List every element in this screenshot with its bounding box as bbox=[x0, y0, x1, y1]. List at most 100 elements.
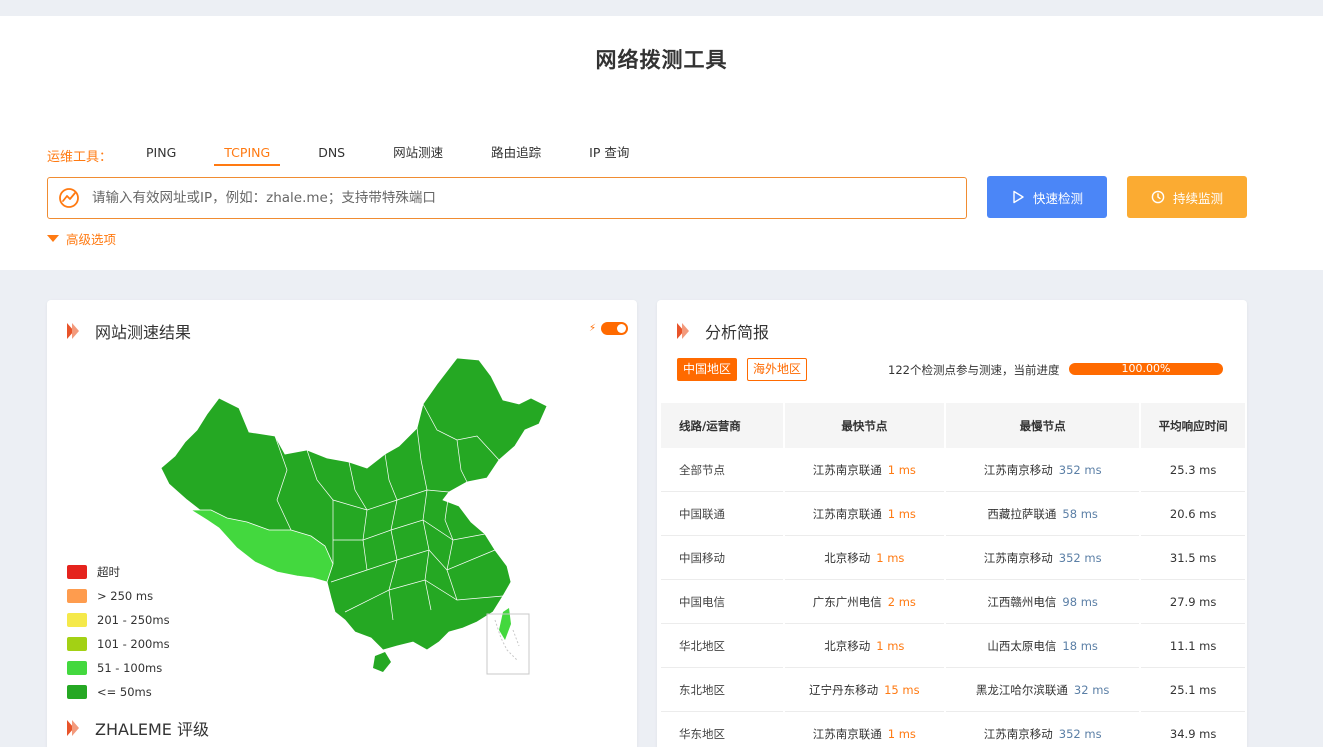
continuous-monitor-button[interactable]: 持续监测 bbox=[1127, 176, 1247, 218]
latency-legend: 超时 > 250 ms 201 - 250ms 101 - 200ms 51 -… bbox=[67, 560, 170, 704]
fast-ms: 1 ms bbox=[887, 506, 916, 521]
cell-line: 华北地区 bbox=[661, 624, 783, 668]
tab-ip-lookup[interactable]: IP 查询 bbox=[579, 144, 639, 166]
page-title: 网络拨测工具 bbox=[595, 48, 728, 72]
tab-ping[interactable]: PING bbox=[136, 144, 186, 166]
cell-average: 34.9 ms bbox=[1141, 712, 1245, 747]
table-row: 东北地区 辽宁丹东移动 15 ms 黑龙江哈尔滨联通 32 ms 25.1 ms bbox=[661, 668, 1245, 712]
tab-dns[interactable]: DNS bbox=[308, 144, 355, 166]
progress-label: 122个检测点参与测速，当前进度 bbox=[888, 363, 1060, 377]
tools-nav: 运维工具： PING TCPING DNS 网站测速 路由追踪 IP 查询 bbox=[47, 144, 667, 166]
cell-average: 20.6 ms bbox=[1141, 492, 1245, 536]
legend-item-timeout: 超时 bbox=[67, 560, 170, 584]
slow-ms: 352 ms bbox=[1058, 462, 1102, 477]
cell-slowest: 江西赣州电信 98 ms bbox=[946, 580, 1140, 624]
analysis-title: 分析简报 bbox=[705, 323, 770, 342]
toggle-switch[interactable] bbox=[601, 322, 629, 335]
legend-item-51-100: 51 - 100ms bbox=[67, 656, 170, 680]
china-map bbox=[160, 357, 548, 675]
results-table: 线路/运营商 最快节点 最慢节点 平均响应时间 全部节点 江苏南京联通 1 ms … bbox=[659, 403, 1247, 747]
table-row: 中国电信 广东广州电信 2 ms 江西赣州电信 98 ms 27.9 ms bbox=[661, 580, 1245, 624]
fast-node: 江苏南京联通 bbox=[812, 506, 882, 521]
advanced-options-label: 高级选项 bbox=[66, 232, 117, 247]
legend-swatch bbox=[67, 685, 87, 699]
speed-result-card: 网站测速结果 ⚡ 超时 > 250 ms 201 - 250ms 101 - 2… bbox=[47, 300, 637, 747]
search-box bbox=[47, 177, 967, 219]
cell-fastest: 江苏南京联通 1 ms bbox=[785, 712, 944, 747]
table-row: 华东地区 江苏南京联通 1 ms 江苏南京移动 352 ms 34.9 ms bbox=[661, 712, 1245, 747]
quick-check-label: 快速检测 bbox=[1032, 190, 1083, 206]
fast-node: 广东广州电信 bbox=[812, 594, 882, 609]
slow-ms: 352 ms bbox=[1058, 726, 1102, 741]
cell-line: 中国联通 bbox=[661, 492, 783, 536]
advanced-options-toggle[interactable]: 高级选项 bbox=[47, 229, 116, 248]
double-chevron-icon bbox=[67, 720, 79, 736]
slow-node: 黑龙江哈尔滨联通 bbox=[975, 682, 1068, 697]
quick-check-button[interactable]: 快速检测 bbox=[987, 176, 1107, 218]
slow-ms: 18 ms bbox=[1062, 638, 1098, 653]
play-icon bbox=[1013, 190, 1024, 204]
slow-ms: 58 ms bbox=[1062, 506, 1098, 521]
slow-node: 江苏南京移动 bbox=[983, 726, 1053, 741]
bolt-icon: ⚡ bbox=[589, 323, 597, 334]
cell-average: 27.9 ms bbox=[1141, 580, 1245, 624]
legend-item-101-200: 101 - 200ms bbox=[67, 632, 170, 656]
progress-value: 100.00% bbox=[1121, 362, 1171, 375]
legend-item-under-50: <= 50ms bbox=[67, 680, 170, 704]
analysis-card: 分析简报 中国地区 海外地区 122个检测点参与测速，当前进度 100.00% … bbox=[657, 300, 1247, 747]
fast-ms: 1 ms bbox=[887, 462, 916, 477]
map-region-hainan bbox=[373, 652, 391, 672]
fast-node: 江苏南京联通 bbox=[812, 462, 882, 477]
tab-tcping[interactable]: TCPING bbox=[214, 144, 281, 166]
fast-node: 辽宁丹东移动 bbox=[809, 682, 879, 697]
cell-average: 11.1 ms bbox=[1141, 624, 1245, 668]
fast-ms: 1 ms bbox=[876, 550, 905, 565]
tag-overseas[interactable]: 海外地区 bbox=[747, 358, 808, 381]
live-toggle[interactable]: ⚡ bbox=[589, 322, 629, 335]
cell-slowest: 江苏南京移动 352 ms bbox=[946, 712, 1139, 747]
fast-node: 江苏南京联通 bbox=[812, 726, 882, 741]
cell-slowest: 江苏南京移动 352 ms bbox=[946, 448, 1140, 492]
tag-china[interactable]: 中国地区 bbox=[677, 358, 738, 381]
legend-label: > 250 ms bbox=[97, 589, 154, 603]
rating-title: ZHALEME 评级 bbox=[95, 720, 209, 739]
cell-slowest: 山西太原电信 18 ms bbox=[946, 624, 1140, 668]
cell-fastest: 辽宁丹东移动 15 ms bbox=[784, 668, 945, 712]
header-average: 平均响应时间 bbox=[1141, 403, 1245, 448]
legend-label: 51 - 100ms bbox=[97, 661, 163, 675]
search-input[interactable] bbox=[92, 190, 966, 206]
legend-swatch bbox=[67, 565, 87, 579]
slow-node: 江苏南京移动 bbox=[983, 550, 1053, 565]
legend-label: 201 - 250ms bbox=[97, 613, 170, 627]
fast-ms: 1 ms bbox=[876, 638, 905, 653]
cell-slowest: 西藏拉萨联通 58 ms bbox=[946, 492, 1140, 536]
cell-fastest: 江苏南京联通 1 ms bbox=[784, 448, 945, 492]
legend-label: 超时 bbox=[97, 565, 120, 579]
legend-swatch bbox=[67, 589, 87, 603]
cell-fastest: 广东广州电信 2 ms bbox=[784, 580, 945, 624]
table-row: 华北地区 北京移动 1 ms 山西太原电信 18 ms 11.1 ms bbox=[661, 624, 1245, 668]
speed-result-title: 网站测速结果 bbox=[95, 323, 192, 342]
tools-label: 运维工具： bbox=[47, 149, 113, 165]
pulse-icon bbox=[59, 188, 79, 208]
region-tags: 中国地区 海外地区 bbox=[677, 358, 817, 381]
tab-traceroute[interactable]: 路由追踪 bbox=[481, 144, 551, 166]
cell-fastest: 北京移动 1 ms bbox=[784, 536, 945, 580]
cell-slowest: 江苏南京移动 352 ms bbox=[946, 536, 1140, 580]
continuous-monitor-label: 持续监测 bbox=[1172, 190, 1223, 206]
slow-node: 西藏拉萨联通 bbox=[987, 506, 1057, 521]
table-row: 全部节点 江苏南京联通 1 ms 江苏南京移动 352 ms 25.3 ms bbox=[661, 448, 1245, 492]
progress-bar: 100.00% bbox=[1069, 363, 1223, 375]
fast-ms: 2 ms bbox=[887, 594, 916, 609]
slow-ms: 352 ms bbox=[1058, 550, 1102, 565]
tab-website-speed[interactable]: 网站测速 bbox=[383, 144, 453, 166]
fast-ms: 15 ms bbox=[884, 682, 920, 697]
fast-ms: 1 ms bbox=[887, 726, 916, 741]
slow-ms: 32 ms bbox=[1073, 682, 1110, 697]
speed-result-header: 网站测速结果 bbox=[67, 319, 191, 343]
slow-ms: 98 ms bbox=[1062, 594, 1098, 609]
fast-node: 北京移动 bbox=[824, 550, 871, 565]
cell-line: 华东地区 bbox=[661, 712, 783, 747]
header-slowest: 最慢节点 bbox=[946, 403, 1140, 448]
header-fastest: 最快节点 bbox=[784, 403, 945, 448]
